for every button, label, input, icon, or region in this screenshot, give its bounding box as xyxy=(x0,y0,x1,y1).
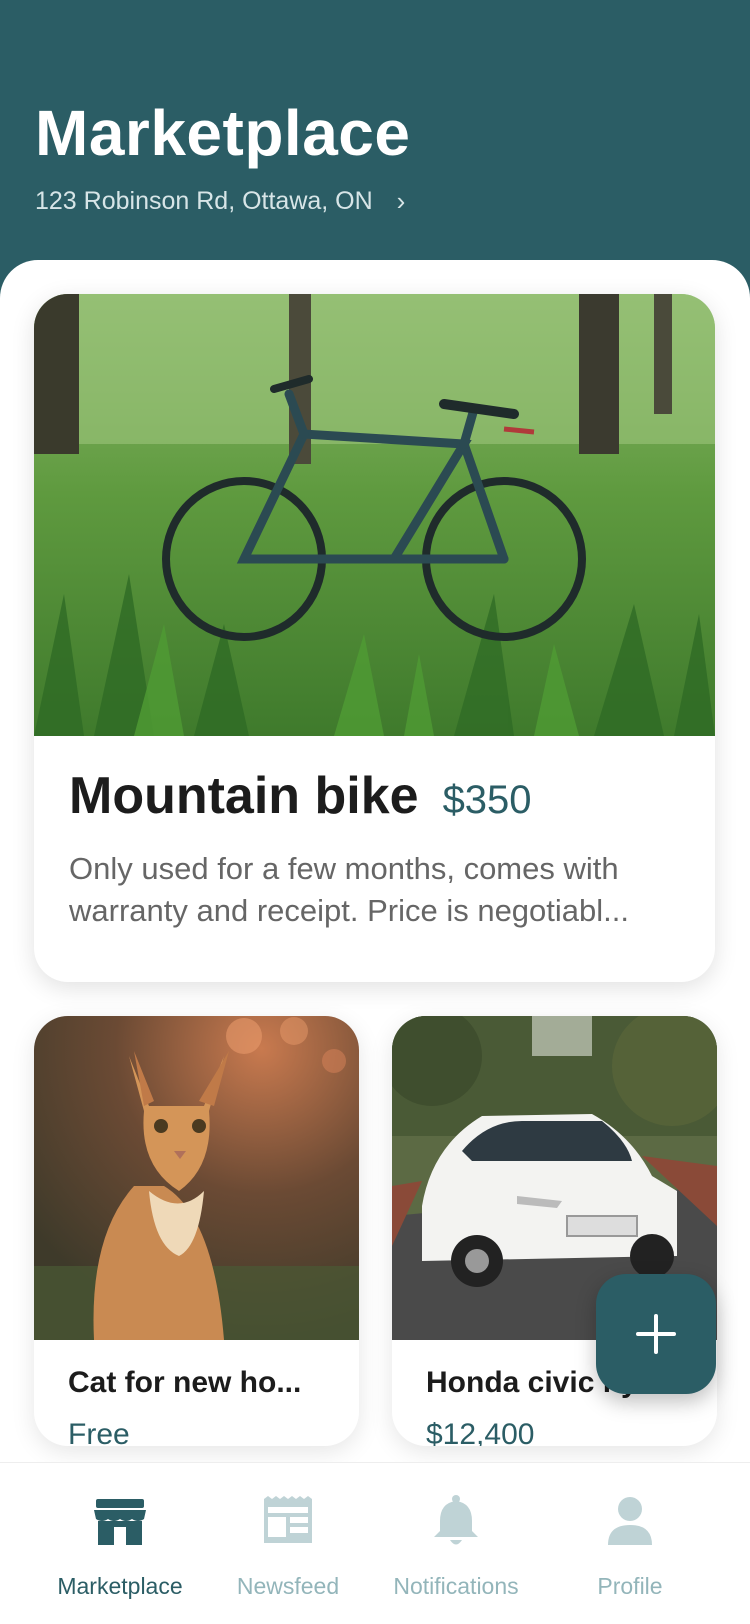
tab-newsfeed[interactable]: Newsfeed xyxy=(198,1493,378,1600)
location-selector[interactable]: 123 Robinson Rd, Ottawa, ON › xyxy=(35,186,405,217)
plus-icon xyxy=(636,1314,676,1354)
tab-label: Profile xyxy=(597,1573,663,1599)
featured-description: Only used for a few months, comes with w… xyxy=(69,851,629,928)
featured-price: $350 xyxy=(442,778,532,822)
listing-card-cat[interactable]: Cat for new ho... Free xyxy=(34,1016,359,1446)
listing-price: Free xyxy=(68,1418,130,1446)
chevron-right-icon: › xyxy=(396,186,406,216)
store-icon xyxy=(94,1499,146,1545)
featured-title: Mountain bike xyxy=(69,767,419,825)
listing-price: $12,400 xyxy=(426,1418,535,1446)
tab-label: Newsfeed xyxy=(236,1573,340,1599)
listing-title: Cat for new ho... xyxy=(68,1366,302,1399)
cat-photo xyxy=(34,1016,359,1340)
person-icon xyxy=(608,1497,652,1545)
address-text: 123 Robinson Rd, Ottawa, ON xyxy=(35,187,373,215)
tab-notifications[interactable]: Notifications xyxy=(366,1493,546,1600)
add-listing-button[interactable] xyxy=(596,1274,716,1394)
featured-listing-card[interactable]: Mountain bike $350 Only used for a few m… xyxy=(34,294,715,982)
bicycle-photo xyxy=(34,294,715,736)
tab-label: Marketplace xyxy=(57,1573,183,1599)
bell-icon xyxy=(434,1495,478,1545)
bottom-tab-bar: Marketplace Newsfeed Notifications Profi… xyxy=(0,1462,750,1624)
tab-label: Notifications xyxy=(393,1573,519,1599)
tab-marketplace[interactable]: Marketplace xyxy=(30,1493,210,1600)
tab-profile[interactable]: Profile xyxy=(540,1493,720,1600)
page-title: Marketplace xyxy=(35,97,411,169)
newspaper-icon xyxy=(264,1496,312,1543)
